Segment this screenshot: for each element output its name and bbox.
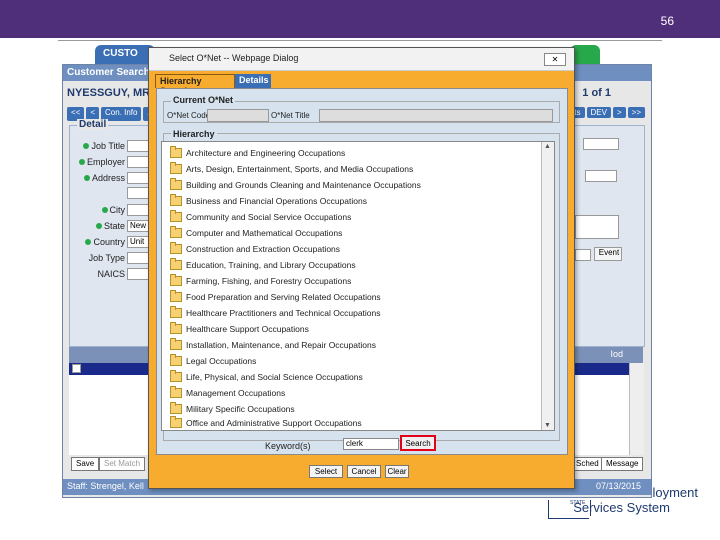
list-item[interactable]: Office and Administrative Support Occupa… <box>170 416 362 430</box>
folder-icon <box>170 338 182 350</box>
required-dot-icon <box>83 143 90 149</box>
list-item[interactable]: Food Preparation and Serving Related Occ… <box>170 290 381 304</box>
grid-scrollbar[interactable] <box>629 363 644 455</box>
list-item[interactable]: Military Specific Occupations <box>170 402 295 416</box>
scroll-down-icon[interactable]: ▼ <box>544 422 551 429</box>
folder-icon <box>170 274 182 286</box>
tab-hierarchy-search[interactable]: Hierarchy Search <box>155 74 235 96</box>
folder-icon <box>170 386 182 398</box>
employer-label: Employer <box>65 157 125 167</box>
right-field-1[interactable] <box>583 138 619 150</box>
app-tab-customer[interactable]: CUSTO <box>95 45 155 65</box>
list-item[interactable]: Life, Physical, and Social Science Occup… <box>170 370 363 384</box>
slide-number: 56 <box>660 14 674 28</box>
nav-last-button[interactable]: >> <box>627 107 645 118</box>
list-item[interactable]: Education, Training, and Library Occupat… <box>170 258 356 272</box>
message-button[interactable]: Message <box>601 457 644 471</box>
list-scrollbar[interactable]: ▲ ▼ <box>541 142 554 430</box>
list-item[interactable]: Building and Grounds Cleaning and Mainte… <box>170 178 421 192</box>
folder-icon <box>170 306 182 318</box>
state-label: State <box>65 221 125 231</box>
status-date: 07/13/2015 <box>595 481 641 491</box>
dialog-title: Select O*Net -- Webpage Dialog <box>169 53 299 63</box>
dev-button[interactable]: DEV <box>586 107 611 118</box>
list-item[interactable]: Community and Social Service Occupations <box>170 210 351 224</box>
staff-label: Staff: Strengel, Kell <box>67 481 144 491</box>
close-icon[interactable]: ✕ <box>544 53 566 66</box>
slide-divider <box>58 40 662 41</box>
folder-icon <box>170 194 182 206</box>
clear-button[interactable]: Clear <box>385 465 409 478</box>
list-item[interactable]: Healthcare Practitioners and Technical O… <box>170 306 381 320</box>
folder-icon <box>170 402 182 414</box>
onet-code-field <box>207 109 269 122</box>
list-item[interactable]: Arts, Design, Entertainment, Sports, and… <box>170 162 413 176</box>
detail-title: Detail <box>77 119 109 130</box>
required-dot-icon <box>85 239 92 245</box>
nav-right-group: nts DEV > >> <box>565 107 645 118</box>
address-label: Address <box>65 173 125 183</box>
folder-icon <box>170 242 182 254</box>
folder-icon <box>170 416 182 428</box>
folder-icon <box>170 354 182 366</box>
sched-button[interactable]: Sched <box>571 457 604 471</box>
set-match-button[interactable]: Set Match <box>99 457 146 471</box>
customer-name: NYESSGUY, MR <box>67 87 151 99</box>
folder-icon <box>170 290 182 302</box>
country-label: Country <box>65 237 125 247</box>
list-item[interactable]: Architecture and Engineering Occupations <box>170 146 345 160</box>
list-item[interactable]: Business and Financial Operations Occupa… <box>170 194 367 208</box>
folder-icon <box>170 226 182 238</box>
city-label: City <box>65 205 125 215</box>
onet-code-label: O*Net Code <box>167 111 211 120</box>
hierarchy-legend: Hierarchy <box>171 129 217 139</box>
select-button[interactable]: Select <box>309 465 343 478</box>
required-dot-icon <box>78 159 85 165</box>
list-item[interactable]: Construction and Extraction Occupations <box>170 242 340 256</box>
notes-textarea[interactable] <box>575 215 619 239</box>
onet-title-label: O*Net Title <box>271 111 310 120</box>
list-item[interactable]: Computer and Mathematical Occupations <box>170 226 342 240</box>
required-dot-icon <box>101 207 108 213</box>
list-item[interactable]: Healthcare Support Occupations <box>170 322 309 336</box>
onet-dialog: Select O*Net -- Webpage Dialog ✕ Hierarc… <box>148 47 575 489</box>
folder-icon <box>170 178 182 190</box>
naics-label: NAICS <box>97 269 125 279</box>
keyword-input[interactable]: clerk <box>343 438 399 450</box>
scroll-up-icon[interactable]: ▲ <box>544 143 551 150</box>
list-item[interactable]: Farming, Fishing, and Forestry Occupatio… <box>170 274 351 288</box>
job-title-label: Job Title <box>65 141 125 151</box>
folder-icon <box>170 322 182 334</box>
folder-icon <box>170 210 182 222</box>
list-item[interactable]: Installation, Maintenance, and Repair Oc… <box>170 338 376 352</box>
logo-text-line2: Services System <box>573 500 670 515</box>
hierarchy-list: Architecture and Engineering Occupations… <box>161 141 555 431</box>
folder-icon <box>170 258 182 270</box>
event-button[interactable]: Event <box>594 247 622 261</box>
tab-details[interactable]: Details <box>235 74 271 88</box>
dialog-titlebar: Select O*Net -- Webpage Dialog ✕ <box>149 48 574 71</box>
onet-title-field <box>319 109 553 122</box>
page-indicator: 1 of 1 <box>582 87 611 99</box>
current-onet-legend: Current O*Net <box>171 95 236 105</box>
nav-next-button[interactable]: > <box>612 107 626 118</box>
slide-header-bar <box>0 0 720 38</box>
row-checkbox[interactable] <box>72 364 81 373</box>
folder-icon <box>170 370 182 382</box>
ext-field[interactable] <box>585 170 617 182</box>
job-type-label: Job Type <box>88 253 125 263</box>
list-item[interactable]: Legal Occupations <box>170 354 256 368</box>
list-item[interactable]: Management Occupations <box>170 386 285 400</box>
folder-icon <box>170 162 182 174</box>
right-field-2[interactable] <box>575 249 591 261</box>
cancel-button[interactable]: Cancel <box>347 465 381 478</box>
logo-text-line1: loyment <box>652 485 698 500</box>
folder-icon <box>170 146 182 158</box>
search-button[interactable]: Search <box>400 435 436 451</box>
required-dot-icon <box>95 223 102 229</box>
keyword-label: Keyword(s) <box>265 441 311 451</box>
save-button[interactable]: Save <box>71 457 100 471</box>
required-dot-icon <box>83 175 90 181</box>
